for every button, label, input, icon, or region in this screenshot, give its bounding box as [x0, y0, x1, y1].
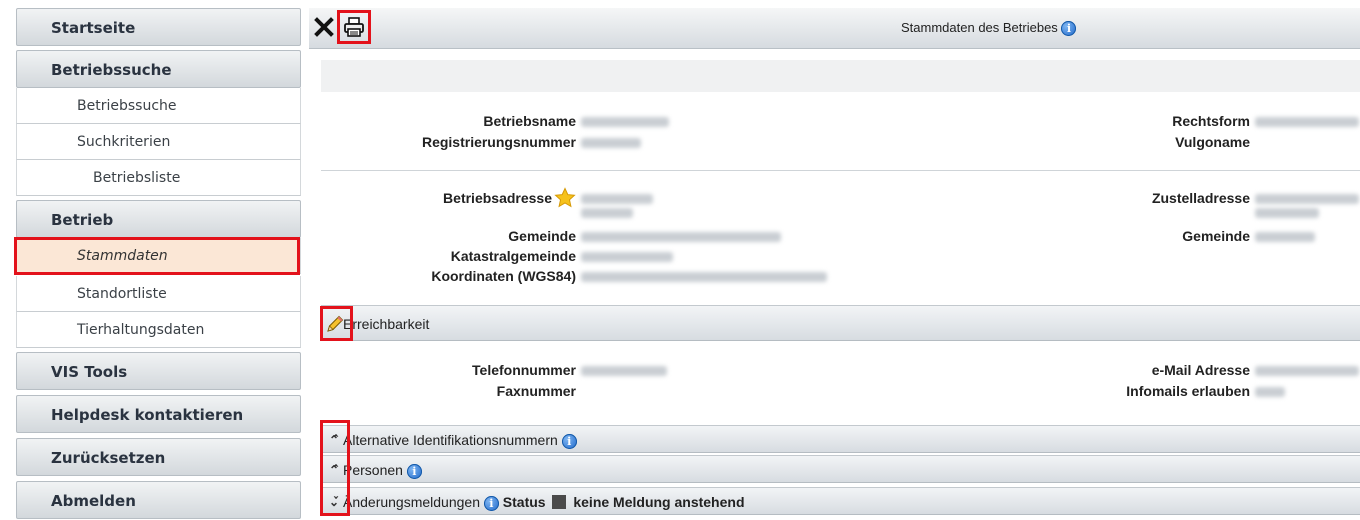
printer-icon	[344, 17, 364, 37]
nav-abmelden[interactable]: Abmelden	[16, 481, 301, 519]
nav-label: Helpdesk kontaktieren	[51, 406, 244, 424]
nav-label: Startseite	[51, 19, 136, 37]
section-personen[interactable]: ⌃̂ Personen i	[321, 455, 1360, 483]
nav-zuruecksetzen[interactable]: Zurücksetzen	[16, 438, 301, 476]
label-registrierungsnummer: Registrierungsnummer	[421, 134, 576, 150]
star-icon[interactable]	[554, 187, 576, 209]
label-betriebsadresse: Betriebsadresse	[443, 190, 552, 206]
nav-label: Betrieb	[51, 211, 114, 229]
label-email: e-Mail Adresse	[1151, 362, 1250, 378]
print-button[interactable]	[339, 12, 369, 42]
value-zustelladresse-line1	[1255, 194, 1359, 204]
page-title: Stammdaten des Betriebes i	[901, 8, 1077, 48]
nav-helpdesk[interactable]: Helpdesk kontaktieren	[16, 395, 301, 433]
nav-startseite[interactable]: Startseite	[16, 8, 301, 46]
section-label: Alternative Identifikationsnummern	[343, 432, 558, 448]
label-zustelladresse: Zustelladresse	[1151, 190, 1250, 206]
nav-label: Betriebssuche	[51, 61, 172, 79]
nav-betriebssuche-header[interactable]: Betriebssuche	[16, 50, 301, 88]
section-title-erreichbarkeit: Erreichbarkeit	[343, 316, 430, 332]
section-title-personen: Personen i	[343, 456, 422, 484]
nav-label: Standortliste	[77, 286, 167, 302]
info-icon[interactable]: i	[483, 495, 499, 511]
info-icon[interactable]: i	[1061, 21, 1077, 37]
section-erreichbarkeit[interactable]: Erreichbarkeit	[321, 305, 1360, 341]
divider	[321, 170, 1360, 171]
label-faxnummer: Faxnummer	[496, 383, 576, 399]
value-telefonnummer	[581, 366, 667, 376]
status-label: Status	[502, 494, 546, 510]
nav-item-standortliste[interactable]: Standortliste	[16, 276, 301, 312]
label-gemeinde: Gemeinde	[508, 228, 576, 244]
nav-betrieb-header[interactable]: Betrieb	[16, 200, 301, 238]
nav-vis-tools[interactable]: VIS Tools	[16, 352, 301, 390]
nav-label: VIS Tools	[51, 363, 128, 381]
value-betriebsname	[581, 117, 669, 127]
label-infomails: Infomails erlauben	[1126, 383, 1250, 399]
nav-item-betriebsliste[interactable]: Betriebsliste	[16, 160, 301, 196]
nav-item-stammdaten[interactable]: Stammdaten	[16, 238, 301, 274]
info-icon[interactable]: i	[406, 463, 422, 479]
sidebar-nav: Startseite Betriebssuche Betriebssuche S…	[14, 0, 301, 519]
label-betriebsname: Betriebsname	[483, 113, 576, 129]
section-label: Personen	[343, 462, 403, 478]
page-title-text: Stammdaten des Betriebes	[901, 20, 1058, 35]
chevron-down-icon[interactable]: ⌄̌	[329, 488, 339, 516]
chevron-up-icon[interactable]: ⌃̂	[329, 456, 339, 484]
value-zustelladresse-line2	[1255, 208, 1319, 218]
close-icon	[314, 17, 334, 37]
nav-item-suchkriterien[interactable]: Suchkriterien	[16, 124, 301, 160]
value-infomails	[1255, 387, 1285, 397]
value-rechtsform	[1255, 117, 1359, 127]
nav-label: Abmelden	[51, 492, 136, 510]
label-katastralgemeinde: Katastralgemeinde	[450, 248, 576, 264]
title-bar: Stammdaten des Betriebes i	[309, 8, 1360, 49]
pencil-icon[interactable]	[325, 314, 345, 334]
section-aenderungsmeldungen[interactable]: ⌄̌ Änderungsmeldungen i Status keine Mel…	[321, 487, 1360, 515]
spacer-band	[321, 60, 1360, 92]
nav-label: Suchkriterien	[77, 134, 171, 150]
value-registrierungsnummer	[581, 138, 641, 148]
value-koordinaten	[581, 272, 827, 282]
main-content: Stammdaten des Betriebes i Betriebsname …	[309, 0, 1360, 516]
nav-label: Betriebsliste	[93, 170, 181, 186]
label-telefonnummer: Telefonnummer	[472, 362, 576, 378]
label-koordinaten: Koordinaten (WGS84)	[431, 268, 576, 284]
nav-item-tierhaltungsdaten[interactable]: Tierhaltungsdaten	[16, 312, 301, 348]
value-adresse-line2	[581, 208, 633, 218]
nav-label: Stammdaten	[77, 248, 168, 264]
section-alternative-ids[interactable]: ⌃̂ Alternative Identifikationsnummern i	[321, 425, 1360, 453]
nav-label: Tierhaltungsdaten	[77, 322, 205, 338]
chevron-up-icon[interactable]: ⌃̂	[329, 426, 339, 454]
nav-label: Zurücksetzen	[51, 449, 166, 467]
section-title-aenderungsmeldungen: Änderungsmeldungen i Status keine Meldun…	[343, 488, 745, 516]
label-vulgoname: Vulgoname	[1175, 134, 1250, 150]
status-indicator-icon	[552, 495, 567, 509]
close-button[interactable]	[309, 12, 339, 42]
status-text: keine Meldung anstehend	[573, 494, 745, 510]
value-katastralgemeinde	[581, 252, 673, 262]
label-gemeinde-zustell: Gemeinde	[1182, 228, 1250, 244]
value-gemeinde	[581, 232, 781, 242]
info-icon[interactable]: i	[561, 433, 577, 449]
label-rechtsform: Rechtsform	[1172, 113, 1250, 129]
value-adresse-line1	[581, 194, 653, 204]
nav-label: Betriebssuche	[77, 98, 177, 114]
nav-item-betriebssuche[interactable]: Betriebssuche	[16, 88, 301, 124]
section-title-alternative-ids: Alternative Identifikationsnummern i	[343, 426, 577, 454]
section-label: Änderungsmeldungen	[343, 494, 480, 510]
value-gemeinde-zustell	[1255, 232, 1315, 242]
value-email	[1255, 366, 1359, 376]
